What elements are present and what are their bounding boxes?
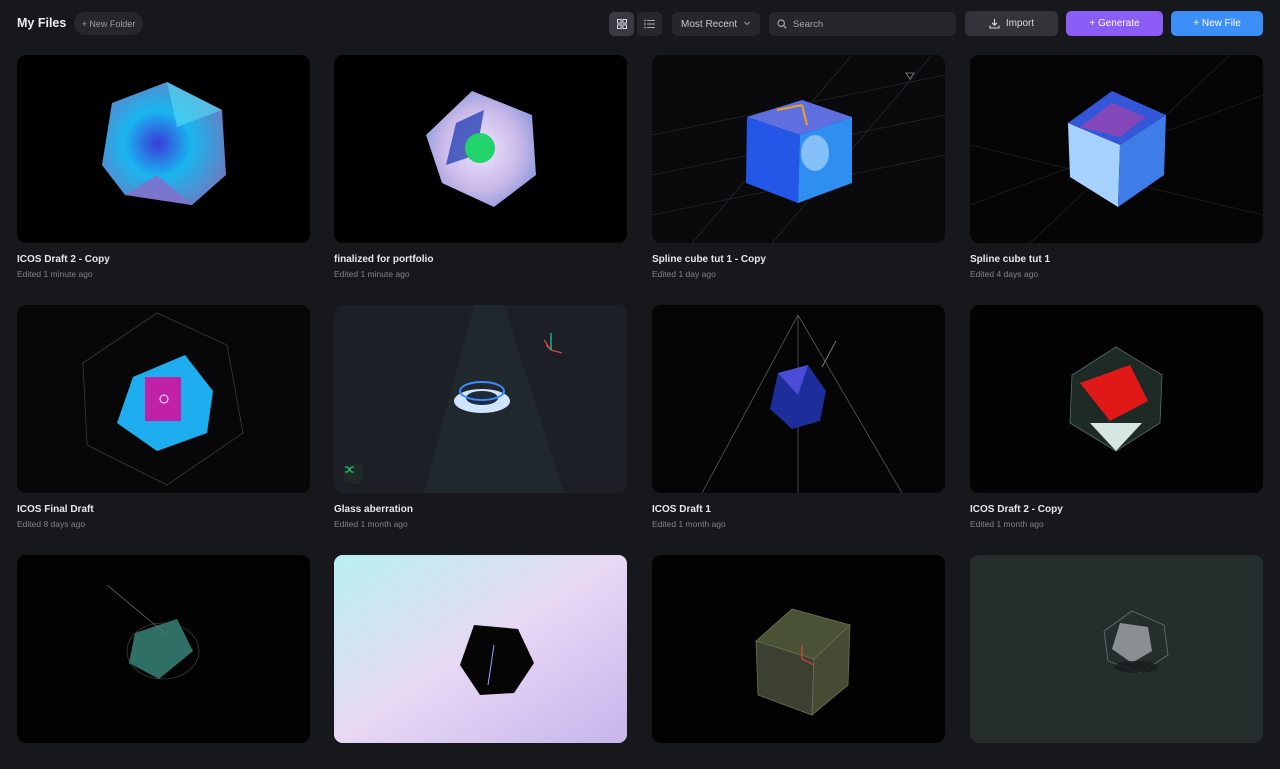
search-input[interactable] [793, 18, 943, 30]
file-edited: Edited 1 month ago [970, 519, 1044, 529]
file-thumbnail[interactable] [17, 55, 310, 243]
file-card[interactable]: ICOS Draft 2 - Copy Edited 1 month ago [970, 305, 1263, 529]
object-thumbnail [1103, 610, 1169, 674]
shuffle-icon [345, 466, 354, 473]
file-thumbnail[interactable] [334, 555, 627, 743]
file-thumbnail[interactable] [652, 555, 945, 743]
file-name: Spline cube tut 1 - Copy [652, 254, 766, 265]
list-view-button[interactable] [637, 12, 662, 36]
gradient-object-thumbnail [334, 555, 627, 743]
cube-thumbnail [426, 91, 536, 207]
file-edited: Edited 1 month ago [334, 519, 408, 529]
glass-cube-thumbnail [652, 55, 945, 243]
file-thumbnail[interactable] [17, 555, 310, 743]
file-thumbnail[interactable] [970, 305, 1263, 493]
import-label: Import [1005, 18, 1035, 29]
file-card[interactable]: ICOS Draft 2 - Copy Edited 1 minute ago [17, 55, 310, 279]
file-edited: Edited 1 minute ago [334, 269, 410, 279]
file-name [652, 754, 945, 767]
file-card[interactable]: Spline cube tut 1 - Copy Edited 1 day ag… [652, 55, 945, 279]
cube-thumbnail [755, 608, 851, 716]
new-file-button[interactable]: + New File [1171, 11, 1263, 36]
icosahedron-thumbnail [1069, 346, 1163, 452]
file-edited: Edited 1 month ago [652, 519, 726, 529]
grid-icon [616, 19, 627, 29]
list-icon [644, 19, 655, 29]
file-edited: Edited 1 day ago [652, 269, 716, 279]
file-thumbnail[interactable] [970, 55, 1263, 243]
icosahedron-thumbnail [102, 82, 226, 205]
file-name: ICOS Draft 2 - Copy [17, 254, 110, 265]
shuffle-badge [344, 464, 363, 483]
file-card[interactable] [17, 555, 310, 769]
file-thumbnail[interactable] [17, 305, 310, 493]
sort-label: Most Recent [681, 18, 738, 30]
glass-ring-thumbnail [424, 305, 564, 493]
file-edited: Edited 8 days ago [17, 519, 86, 529]
file-card[interactable] [334, 555, 627, 769]
file-card[interactable]: ICOS Final Draft Edited 8 days ago [17, 305, 310, 529]
generate-button[interactable]: + Generate [1066, 11, 1163, 36]
chevron-down-icon [744, 21, 750, 26]
icosahedron-thumbnail [701, 314, 903, 493]
page-title: My Files [17, 16, 67, 30]
file-name [17, 754, 310, 767]
file-name: ICOS Draft 2 - Copy [970, 504, 1063, 515]
file-card[interactable]: ICOS Draft 1 Edited 1 month ago [652, 305, 945, 529]
download-icon [989, 18, 1000, 29]
icosahedron-thumbnail [82, 312, 244, 486]
new-folder-button[interactable]: + New Folder [74, 12, 143, 35]
file-thumbnail[interactable] [652, 305, 945, 493]
file-name: Glass aberration [334, 504, 413, 515]
file-name: Spline cube tut 1 [970, 254, 1051, 265]
import-button[interactable]: Import [965, 11, 1058, 36]
file-thumbnail[interactable] [652, 55, 945, 243]
top-bar: My Files + New Folder Most Recent Search… [0, 0, 1280, 46]
file-thumbnail[interactable] [334, 305, 627, 493]
file-card[interactable]: Glass aberration Edited 1 month ago [334, 305, 627, 529]
file-thumbnail[interactable] [334, 55, 627, 243]
file-card[interactable]: Spline cube tut 1 Edited 4 days ago [970, 55, 1263, 279]
grid-view-button[interactable] [609, 12, 634, 36]
file-name: ICOS Final Draft [17, 504, 94, 515]
file-card[interactable] [652, 555, 945, 769]
file-name: ICOS Draft 1 [652, 504, 711, 515]
search-icon [777, 19, 787, 29]
sort-dropdown[interactable]: Most Recent [672, 12, 760, 36]
file-edited: Edited 1 minute ago [17, 269, 93, 279]
file-edited: Edited 4 days ago [970, 269, 1039, 279]
file-thumbnail[interactable] [970, 555, 1263, 743]
glass-cube-thumbnail [970, 55, 1263, 243]
file-card[interactable]: finalized for portfolio Edited 1 minute … [334, 55, 627, 279]
file-name: finalized for portfolio [334, 254, 434, 265]
search-box[interactable] [769, 12, 956, 36]
file-name [970, 754, 1263, 767]
file-name [334, 754, 627, 767]
file-card[interactable] [970, 555, 1263, 769]
object-thumbnail [106, 584, 200, 680]
